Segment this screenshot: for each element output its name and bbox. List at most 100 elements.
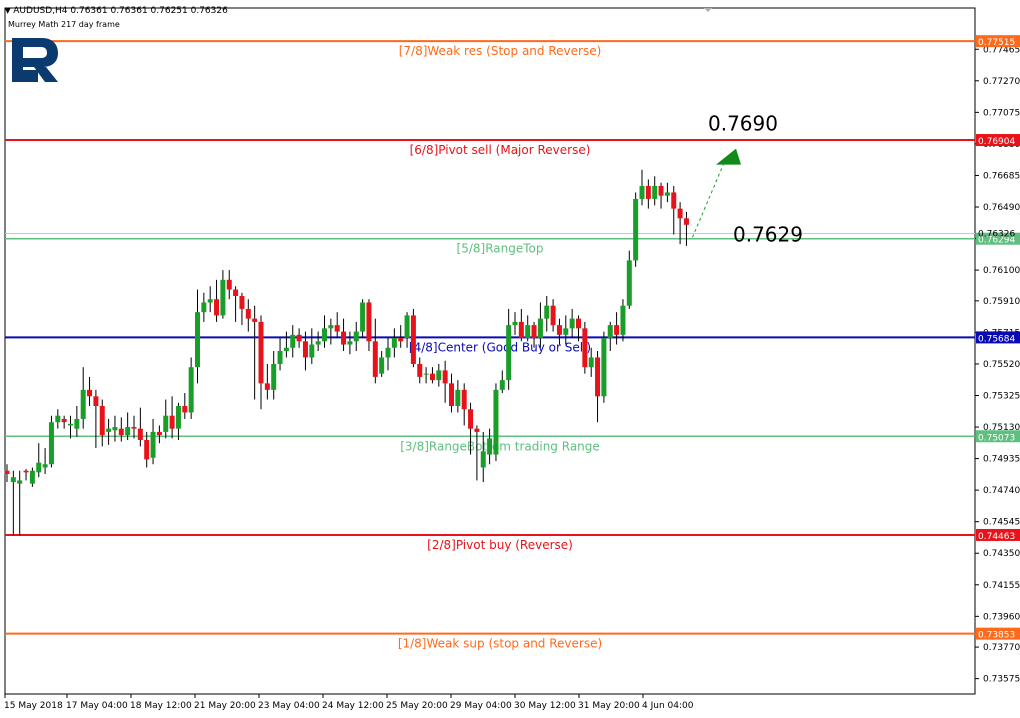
candle-bear [550, 305, 556, 326]
candle-bull [55, 415, 61, 423]
candle-bear [118, 428, 124, 436]
murrey-level-label: [1/8]Weak sup (stop and Reverse) [398, 637, 602, 651]
candle-bear [252, 318, 258, 322]
forecast-dashed-line [691, 160, 726, 238]
candle-bear [417, 363, 423, 377]
candle-bull [353, 331, 359, 342]
y-tick-label: 0.73960 [983, 612, 1020, 622]
candle-bull [423, 373, 429, 375]
y-tick-label: 0.76490 [983, 203, 1020, 213]
candle-bull [188, 367, 194, 413]
current-price-label: 0.76326 [978, 230, 1015, 240]
current-level-label: 0.7629 [733, 222, 803, 246]
candle-bear [264, 383, 270, 390]
y-tick-label: 0.76685 [983, 171, 1020, 181]
candle-bear [233, 289, 239, 296]
murrey-level-label: [4/8]Center (Good Buy or Sell) [409, 340, 591, 354]
candle-bull [563, 328, 569, 335]
candle-bull [112, 427, 118, 431]
candle-bull [10, 477, 16, 483]
candle-bear [518, 321, 524, 339]
candle-bull [322, 328, 327, 342]
candle-bear [683, 218, 689, 225]
candle-bear [226, 279, 232, 290]
candle-bull [544, 305, 550, 319]
candle-bull [80, 389, 86, 419]
candle-bull [639, 185, 645, 199]
candle-bear [99, 406, 105, 436]
candle-bull [195, 312, 200, 368]
x-tick-label: 17 May 04:00 [66, 701, 128, 711]
scroll-marker-icon [704, 8, 712, 12]
candle-bear [182, 406, 188, 413]
candle-bull [360, 302, 366, 332]
candle-bear [4, 470, 10, 474]
y-tick-label: 0.74740 [983, 486, 1020, 496]
candle-bear [372, 341, 378, 377]
candle-bear [137, 428, 143, 440]
price-tag-label: 0.77515 [978, 38, 1015, 48]
price-tag-label: 0.73853 [978, 631, 1015, 641]
candle-bear [468, 409, 474, 429]
candle-bear [677, 208, 683, 219]
candle-bull [455, 389, 461, 407]
candle-bull [271, 363, 277, 390]
murrey-level-label: [6/8]Pivot sell (Major Reverse) [410, 143, 591, 157]
candle-bear [258, 321, 264, 384]
candle-bull [652, 185, 658, 199]
symbol-header-text: AUDUSD,H4 0.76361 0.76361 0.76251 0.7632… [13, 6, 228, 16]
candle-bull [633, 198, 639, 261]
y-tick-label: 0.77075 [983, 108, 1020, 118]
candle-bull [607, 325, 613, 339]
candle-bear [474, 428, 480, 432]
brand-logo-icon [12, 38, 60, 86]
murrey-level-label: [7/8]Weak res (Stop and Reverse) [399, 44, 602, 58]
y-tick-label: 0.76100 [983, 266, 1020, 276]
candlestick-chart: 0.774650.772700.770750.768800.766850.764… [4, 7, 1020, 711]
candle-bear [131, 427, 137, 429]
candle-bull [220, 279, 226, 316]
x-tick-label: 24 May 12:00 [322, 701, 384, 711]
murrey-level-label: [3/8]RangeBottom trading Range [400, 439, 600, 453]
candle-bear [334, 325, 340, 332]
candle-bull [588, 357, 594, 368]
price-tag-label: 0.75684 [978, 334, 1015, 344]
collapse-triangle-icon[interactable]: ▼ [5, 7, 10, 15]
candle-bear [302, 341, 308, 358]
candle-bull [379, 357, 385, 374]
candle-bear [398, 338, 404, 342]
candle-bear [87, 389, 93, 397]
symbol-header: ▼ AUDUSD,H4 0.76361 0.76361 0.76251 0.76… [5, 6, 228, 16]
murrey-level-label: [2/8]Pivot buy (Reverse) [427, 538, 573, 552]
x-tick-label: 29 May 04:00 [450, 701, 512, 711]
candle-bull [328, 325, 334, 329]
y-tick-label: 0.74155 [983, 581, 1020, 591]
candle-bear [582, 328, 588, 368]
candle-bull [36, 462, 42, 473]
candle-bear [366, 302, 372, 342]
chart-area: 0.774650.772700.770750.768800.766850.764… [0, 0, 1020, 714]
candle-bull [150, 431, 156, 458]
y-tick-label: 0.75910 [983, 297, 1020, 307]
y-tick-label: 0.77270 [983, 77, 1020, 87]
candle-bull [309, 344, 315, 358]
candle-bull [525, 325, 531, 339]
y-tick-label: 0.74935 [983, 455, 1020, 465]
candle-bull [29, 470, 35, 484]
x-tick-label: 4 Jun 04:00 [642, 701, 694, 711]
candle-bull [283, 347, 289, 351]
candle-bull [391, 338, 397, 348]
candle-bull [175, 406, 181, 429]
y-tick-label: 0.73770 [983, 643, 1020, 653]
x-tick-label: 25 May 20:00 [386, 701, 448, 711]
murrey-level-label: [5/8]RangeTop [457, 242, 544, 256]
candle-bull [74, 418, 80, 429]
price-tag-label: 0.75073 [978, 433, 1015, 443]
x-tick-label: 15 May 2018 [4, 701, 63, 711]
y-tick-label: 0.75520 [983, 360, 1020, 370]
x-tick-label: 18 May 12:00 [130, 701, 192, 711]
candle-bull [385, 347, 391, 358]
candle-bear [449, 383, 454, 407]
candle-bull [499, 380, 505, 390]
candle-bear [341, 331, 347, 345]
